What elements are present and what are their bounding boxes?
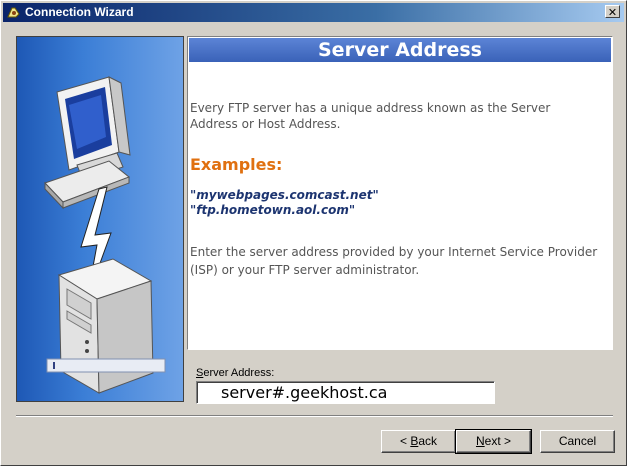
button-separator — [16, 415, 613, 417]
progress-slot — [46, 358, 166, 373]
connection-wizard-window: Connection Wizard ✕ Server Address Every… — [0, 0, 627, 466]
content-panel: Server Address Every FTP server has a un… — [187, 36, 613, 350]
desktop-computer-icon — [44, 76, 131, 210]
instruction-text: Enter the server address provided by you… — [190, 245, 598, 277]
page-title: Server Address — [189, 38, 611, 62]
next-button[interactable]: Next > — [455, 429, 532, 454]
example-address: "ftp.hometown.aol.com" — [190, 203, 356, 217]
example-address: "mywebpages.comcast.net" — [190, 188, 379, 202]
title-bar[interactable]: Connection Wizard ✕ — [3, 3, 624, 22]
wizard-illustration-panel — [16, 36, 184, 402]
server-address-input[interactable]: server#.geekhost.ca — [196, 381, 495, 404]
examples-heading: Examples: — [190, 155, 283, 174]
close-button[interactable]: ✕ — [605, 5, 620, 19]
intro-text: Every FTP server has a unique address kn… — [190, 101, 551, 131]
back-button[interactable]: < Back — [381, 430, 456, 453]
wizard-app-icon — [7, 7, 20, 18]
cancel-button[interactable]: Cancel — [540, 430, 615, 453]
server-tower-icon — [57, 258, 154, 394]
server-address-label: Server Address: — [196, 367, 275, 379]
network-illustration — [44, 76, 166, 394]
window-title: Connection Wizard — [25, 5, 134, 19]
